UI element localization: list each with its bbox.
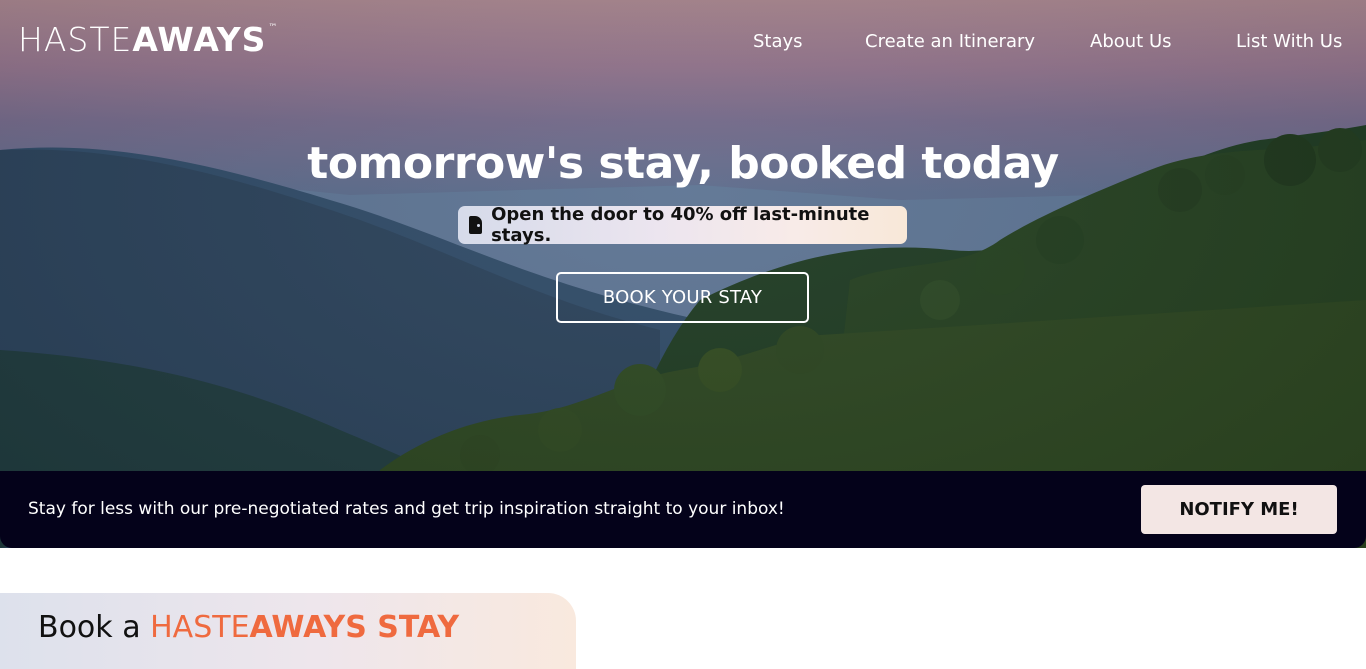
banner-message: Stay for less with our pre-negotiated ra… — [28, 499, 785, 519]
nav-stays[interactable]: Stays — [753, 31, 873, 52]
brand-part1: HASTE — [150, 610, 250, 645]
book-prefix: Book a — [38, 610, 151, 645]
book-section-card: Book a HASTEAWAYS STAY — [0, 593, 576, 669]
nav-about-us[interactable]: About Us — [1090, 31, 1200, 52]
book-your-stay-button[interactable]: BOOK YOUR STAY — [556, 272, 809, 323]
nav-list-with-us[interactable]: List With Us — [1236, 31, 1346, 52]
book-section-title: Book a HASTEAWAYS STAY — [38, 610, 459, 645]
hero-section: HASTE AWAYS ™ Stays Create an Itinerary … — [0, 0, 1366, 548]
hasteaways-logo[interactable]: HASTE AWAYS ™ — [18, 20, 278, 59]
logo-part2: AWAYS — [132, 20, 267, 59]
logo-trademark: ™ — [268, 23, 279, 33]
door-icon — [469, 216, 483, 234]
promo-badge: Open the door to 40% off last-minute sta… — [458, 204, 907, 246]
notify-me-button[interactable]: NOTIFY ME! — [1141, 485, 1337, 534]
hero-headline: tomorrow's stay, booked today — [307, 138, 1059, 189]
promo-text: Open the door to 40% off last-minute sta… — [491, 204, 870, 246]
nav-create-itinerary[interactable]: Create an Itinerary — [865, 31, 1065, 52]
logo-part1: HASTE — [18, 20, 133, 59]
brand-part2: AWAYS STAY — [249, 610, 460, 645]
newsletter-banner: Stay for less with our pre-negotiated ra… — [0, 471, 1366, 548]
